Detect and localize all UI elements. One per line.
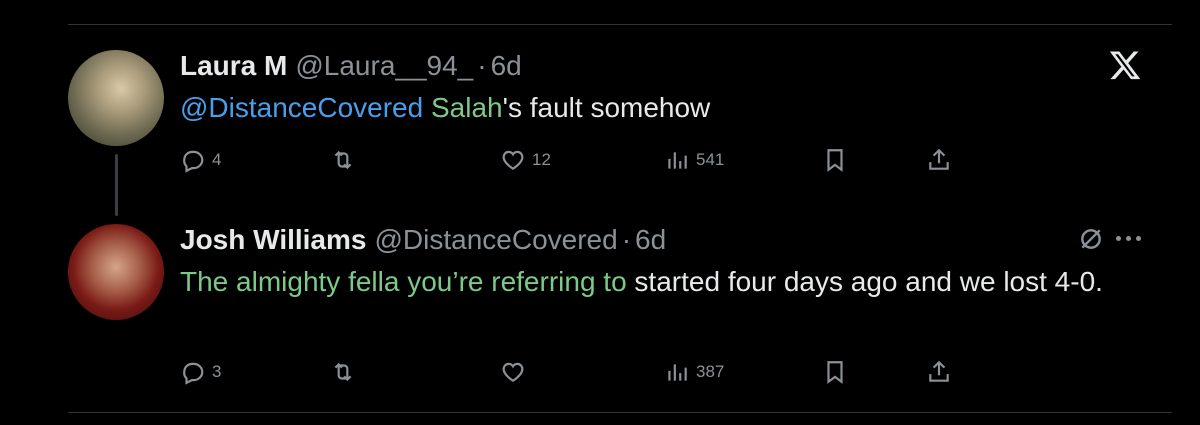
display-name[interactable]: Laura M (180, 46, 287, 86)
share-button[interactable] (926, 146, 952, 174)
mention-link[interactable]: @DistanceCovered (180, 92, 423, 123)
highlighted-text: The almighty fella you’re referring to (180, 266, 627, 297)
view-count: 541 (696, 150, 725, 169)
reply-button[interactable]: 3 (180, 358, 221, 386)
bookmark-icon (827, 149, 843, 172)
like-count: 12 (532, 150, 551, 169)
share-icon (929, 360, 949, 382)
divider-top (68, 24, 1172, 25)
retweet-icon (334, 362, 352, 382)
reply-count: 3 (212, 362, 222, 381)
retweet-icon (334, 150, 352, 170)
tweet-laura[interactable]: Laura M @Laura__94_ · 6d @DistanceCovere… (180, 46, 1160, 173)
reply-icon (183, 362, 204, 385)
bookmark-icon (827, 361, 843, 384)
thread-connector (115, 154, 118, 216)
separator-dot: · (621, 224, 632, 255)
heart-icon (502, 362, 524, 382)
retweet-button[interactable] (330, 146, 356, 174)
highlighted-text: Salah (430, 92, 503, 123)
share-icon (929, 148, 949, 170)
timestamp[interactable]: 6d (635, 220, 666, 260)
view-count: 387 (696, 362, 725, 381)
reply-icon (183, 150, 204, 173)
like-button[interactable]: 12 (500, 146, 551, 174)
avatar-josh[interactable] (68, 224, 164, 320)
divider-bottom (68, 412, 1172, 413)
views-icon (668, 152, 687, 169)
views-icon (668, 364, 687, 381)
separator-dot: · (477, 50, 487, 81)
like-button[interactable] (500, 358, 526, 386)
views-button[interactable]: 541 (664, 146, 724, 174)
text-space (423, 92, 431, 123)
tweet-josh[interactable]: Josh Williams @DistanceCovered · 6d The … (180, 220, 1160, 385)
tweet-thread-screenshot: Laura M @Laura__94_ · 6d @DistanceCovere… (0, 0, 1200, 425)
text-rest: 's fault somehow (502, 92, 711, 123)
heart-icon (502, 150, 524, 170)
reply-button[interactable]: 4 (180, 146, 221, 174)
display-name[interactable]: Josh Williams (180, 220, 366, 260)
avatar-laura[interactable] (68, 50, 164, 146)
tweet-header: Josh Williams @DistanceCovered · 6d (180, 220, 1160, 260)
timestamp[interactable]: 6d (491, 46, 522, 86)
tweet-header: Laura M @Laura__94_ · 6d (180, 46, 1160, 86)
share-button[interactable] (926, 358, 952, 386)
views-button[interactable]: 387 (664, 358, 724, 386)
reply-count: 4 (212, 150, 222, 169)
retweet-button[interactable] (330, 358, 356, 386)
text-rest: started four days ago and we lost 4-0. (626, 266, 1103, 297)
tweet-text: The almighty fella you’re referring to s… (180, 262, 1160, 302)
bookmark-button[interactable] (822, 358, 848, 386)
user-handle[interactable]: @DistanceCovered (374, 220, 617, 260)
user-handle[interactable]: @Laura__94_ (295, 46, 473, 86)
bookmark-button[interactable] (822, 146, 848, 174)
tweet-text: @DistanceCovered Salah's fault somehow (180, 88, 1160, 128)
